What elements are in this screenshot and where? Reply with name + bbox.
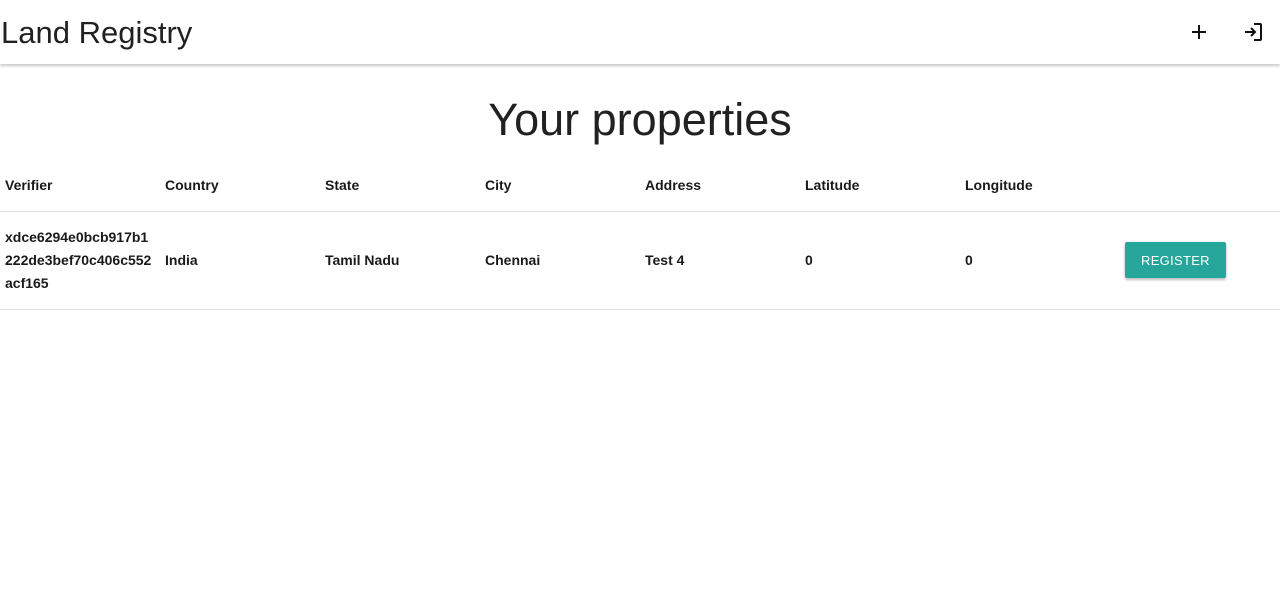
cell-longitude: 0 [965, 252, 973, 268]
add-property-button[interactable] [1183, 16, 1215, 48]
register-button[interactable]: REGISTER [1125, 242, 1226, 278]
logout-button[interactable] [1237, 16, 1269, 48]
cell-country: India [165, 252, 198, 268]
header-verifier: Verifier [5, 177, 53, 194]
cell-verifier: xdce6294e0bcb917b1222de3bef70c406c552acf… [5, 228, 152, 291]
cell-city: Chennai [485, 252, 541, 268]
app-bar: Land Registry [0, 0, 1280, 64]
header-state: State [325, 177, 360, 194]
plus-icon [1190, 23, 1208, 41]
header-latitude: Latitude [805, 177, 860, 194]
cell-address: Test 4 [645, 252, 685, 268]
logout-icon [1243, 22, 1263, 42]
cell-latitude: 0 [805, 252, 813, 268]
header-country: Country [165, 177, 219, 194]
header-city: City [485, 177, 512, 194]
app-title: Land Registry [1, 15, 193, 50]
header-action [1120, 160, 1280, 211]
header-address: Address [645, 177, 702, 194]
cell-action: REGISTER [1120, 211, 1280, 309]
properties-table: Verifier Country State City Address Lati… [0, 160, 1280, 310]
table-row: xdce6294e0bcb917b1222de3bef70c406c552acf… [0, 211, 1280, 309]
table-header-row: Verifier Country State City Address Lati… [0, 160, 1280, 211]
header-longitude: Longitude [965, 177, 1033, 194]
cell-state: Tamil Nadu [325, 252, 400, 268]
page-heading: Your properties [488, 94, 792, 145]
